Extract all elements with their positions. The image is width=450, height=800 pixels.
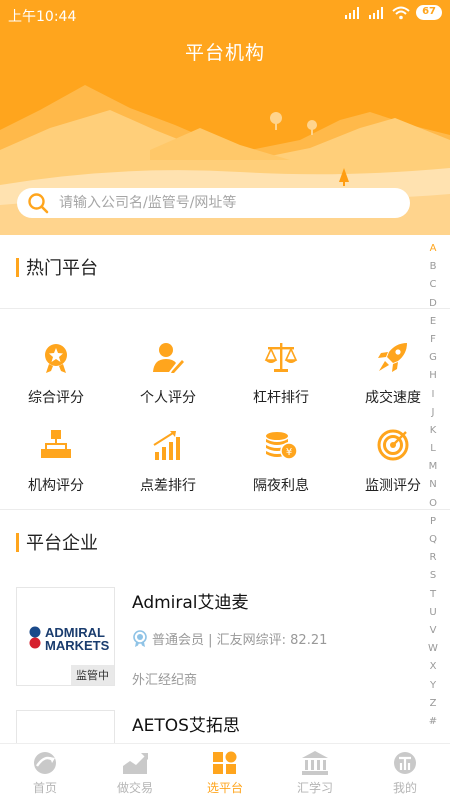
- alphabet-index-letter[interactable]: D: [426, 295, 440, 313]
- grid-item-label: 综合评分: [28, 390, 84, 406]
- wifi-icon: [392, 6, 410, 19]
- tab-learn[interactable]: 汇学习: [270, 744, 360, 800]
- tab-mine[interactable]: 我的: [360, 744, 450, 800]
- alphabet-index-letter[interactable]: Q: [426, 531, 440, 549]
- trade-chart-icon: [123, 753, 148, 774]
- tab-label: 汇学习: [296, 781, 333, 795]
- grid-item-overnight-interest[interactable]: ¥ 隔夜利息: [225, 428, 337, 495]
- hot-platforms-title: 热门平台: [26, 258, 98, 279]
- platform-grid-icon: [213, 751, 237, 774]
- company-type: 外汇经纪商: [132, 673, 198, 688]
- status-icons: 67: [344, 5, 442, 20]
- alphabet-index-letter[interactable]: R: [426, 549, 440, 567]
- home-icon: [34, 752, 56, 774]
- alphabet-index-letter[interactable]: Y: [426, 677, 440, 695]
- alphabet-index-letter[interactable]: G: [426, 349, 440, 367]
- search-icon: [28, 193, 49, 214]
- signal-icon: [369, 6, 384, 19]
- bar-trend-icon: [153, 431, 180, 460]
- grid-item-leverage-ranking[interactable]: 杠杆排行: [225, 340, 337, 407]
- alphabet-index-letter[interactable]: L: [426, 440, 440, 458]
- alphabet-index-letter[interactable]: #: [426, 713, 440, 731]
- alphabet-index-letter[interactable]: A: [426, 240, 440, 258]
- tab-select-platform[interactable]: 选平台: [180, 744, 270, 800]
- alphabet-index-letter[interactable]: J: [426, 404, 440, 422]
- grid-item-label: 点差排行: [140, 478, 196, 494]
- grid-item-personal-score[interactable]: 个人评分: [112, 340, 224, 407]
- page-title: 平台机构: [184, 42, 265, 64]
- search-input[interactable]: [59, 188, 399, 218]
- person-edit-icon: [153, 343, 184, 373]
- status-bar: 上午10:44 67: [0, 0, 450, 28]
- header-banner: 上午10:44 67 平台机构: [0, 0, 450, 235]
- company-name: AETOS艾拓思: [132, 716, 240, 736]
- company-list-item[interactable]: ADMIRAL MARKETS 监管中 Admiral艾迪麦 普通会员 | 汇友…: [16, 587, 416, 688]
- regulation-status-badge: 监管中: [71, 665, 114, 685]
- grid-item-spread-ranking[interactable]: 点差排行: [112, 428, 224, 495]
- tab-label: 首页: [32, 781, 57, 795]
- hot-platforms-header: 热门平台: [16, 254, 98, 280]
- org-chart-icon: [41, 430, 71, 458]
- bottom-tab-bar: 首页 做交易 选平台 汇学习 我的: [0, 743, 450, 800]
- section-accent-bar: [16, 532, 19, 552]
- member-medal-icon: [133, 629, 147, 647]
- target-icon: [377, 429, 409, 461]
- alphabet-index-letter[interactable]: E: [426, 313, 440, 331]
- coins-icon: ¥: [266, 432, 298, 460]
- companies-header: 平台企业: [16, 529, 98, 555]
- tab-label: 我的: [392, 781, 417, 795]
- divider: [0, 308, 450, 309]
- company-meta: 普通会员 | 汇友网综评: 82.21: [132, 629, 327, 648]
- tab-label: 做交易: [116, 781, 153, 795]
- divider: [0, 509, 450, 510]
- profile-icon: [394, 752, 416, 774]
- alphabet-index-letter[interactable]: B: [426, 258, 440, 276]
- alphabet-index-letter[interactable]: P: [426, 513, 440, 531]
- alphabet-index-letter[interactable]: W: [426, 640, 440, 658]
- tab-label: 选平台: [206, 781, 243, 795]
- alphabet-index-letter[interactable]: X: [426, 658, 440, 676]
- svg-text:¥: ¥: [286, 447, 292, 458]
- alphabet-index-letter[interactable]: U: [426, 604, 440, 622]
- alphabet-index-letter[interactable]: H: [426, 367, 440, 385]
- company-meta-text: 普通会员 | 汇友网综评: 82.21: [152, 633, 328, 648]
- bank-icon: [302, 751, 328, 775]
- award-icon: [45, 344, 67, 373]
- battery-indicator: 67: [416, 5, 442, 20]
- screen: 上午10:44 67 平台机构 请输入公司名/监管号/网址等 热门平台 综合评分…: [0, 0, 450, 800]
- alphabet-index-letter[interactable]: F: [426, 331, 440, 349]
- tab-trade[interactable]: 做交易: [90, 744, 180, 800]
- alphabet-index-letter[interactable]: I: [426, 386, 440, 404]
- signal-hd-icon: [345, 6, 360, 19]
- alphabet-index-letter[interactable]: S: [426, 567, 440, 585]
- grid-item-label: 个人评分: [140, 390, 196, 406]
- alphabet-index-letter[interactable]: N: [426, 476, 440, 494]
- scale-icon: [264, 343, 298, 372]
- rocket-icon: [378, 343, 407, 372]
- alphabet-index-letter[interactable]: K: [426, 422, 440, 440]
- section-accent-bar: [16, 257, 19, 277]
- company-name: Admiral艾迪麦: [132, 593, 249, 613]
- tab-home[interactable]: 首页: [0, 744, 90, 800]
- status-time: 上午10:44: [8, 9, 77, 25]
- companies-title: 平台企业: [26, 533, 98, 554]
- grid-item-label: 机构评分: [28, 478, 84, 494]
- logo-text-bottom: MARKETS: [45, 638, 110, 653]
- grid-item-composite-score[interactable]: 综合评分: [0, 340, 112, 407]
- alphabet-index-letter[interactable]: O: [426, 495, 440, 513]
- grid-item-label: 杠杆排行: [253, 390, 309, 406]
- alphabet-index[interactable]: A B C D E F G H I J K L M N O P Q R S T U V W X Y Z #: [426, 240, 440, 731]
- alphabet-index-letter[interactable]: V: [426, 622, 440, 640]
- grid-item-label: 隔夜利息: [253, 478, 309, 494]
- alphabet-index-letter[interactable]: T: [426, 586, 440, 604]
- search-bar[interactable]: [17, 188, 410, 218]
- company-logo: ADMIRAL MARKETS 监管中: [16, 587, 115, 686]
- alphabet-index-letter[interactable]: M: [426, 458, 440, 476]
- grid-item-institution-score[interactable]: 机构评分: [0, 428, 112, 495]
- alphabet-index-letter[interactable]: C: [426, 276, 440, 294]
- alphabet-index-letter[interactable]: Z: [426, 695, 440, 713]
